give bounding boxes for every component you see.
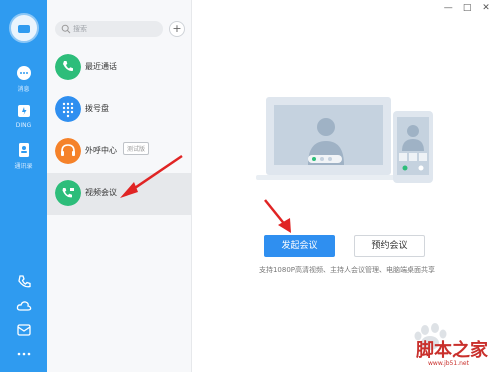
rail-label-messages: 消息 [17, 86, 30, 93]
rail-label-ding: DING [15, 122, 32, 129]
rail-mail-button[interactable] [0, 321, 47, 339]
chat-icon [16, 66, 31, 80]
rail-item-messages[interactable]: 消息 [0, 64, 47, 93]
search-input[interactable] [73, 21, 159, 37]
video-meeting-illustration [256, 97, 433, 183]
phone-icon [55, 54, 81, 80]
dialpad-icon [55, 96, 81, 122]
start-meeting-button[interactable]: 发起会议 [264, 235, 335, 257]
add-button[interactable]: + [169, 21, 185, 37]
list-item-recent-calls[interactable]: 最近通话 [47, 47, 191, 89]
annotation-arrow-down [264, 199, 291, 233]
nav-rail: 消息 DING 通讯录 [0, 0, 47, 372]
search-icon [61, 24, 71, 34]
schedule-meeting-button[interactable]: 预约会议 [354, 235, 425, 257]
headset-icon [55, 138, 81, 164]
more-icon [17, 352, 30, 356]
search-box[interactable] [55, 21, 163, 37]
window-controls: — □ ✕ [440, 3, 494, 13]
maximize-button[interactable]: □ [459, 3, 475, 13]
cloud-icon [16, 301, 31, 311]
rail-item-ding[interactable]: DING [0, 102, 47, 129]
rail-item-contacts[interactable]: 通讯录 [0, 141, 47, 170]
mail-icon [16, 324, 31, 336]
feature-description: 支持1080P高清视频、主持人会议管理、电脑端桌面共享 [258, 266, 436, 274]
watermark-url: www.jb51.net [428, 360, 469, 367]
rail-label-contacts: 通讯录 [14, 163, 33, 170]
contacts-icon [18, 143, 29, 157]
avatar[interactable] [9, 13, 39, 43]
ding-icon [17, 105, 30, 117]
close-button[interactable]: ✕ [478, 3, 494, 13]
list-item-label: 拨号盘 [85, 104, 109, 113]
video-call-icon [55, 180, 81, 206]
rail-more-button[interactable] [0, 345, 47, 363]
annotation-arrow-left [120, 154, 183, 198]
list-item-label: 最近通话 [85, 62, 117, 71]
minimize-button[interactable]: — [440, 3, 456, 13]
list-item-dialpad[interactable]: 拨号盘 [47, 89, 191, 131]
watermark-title: 脚本之家 [416, 340, 488, 361]
phone-icon [17, 275, 31, 288]
rail-phone-button[interactable] [0, 273, 47, 291]
rail-cloud-button[interactable] [0, 297, 47, 315]
